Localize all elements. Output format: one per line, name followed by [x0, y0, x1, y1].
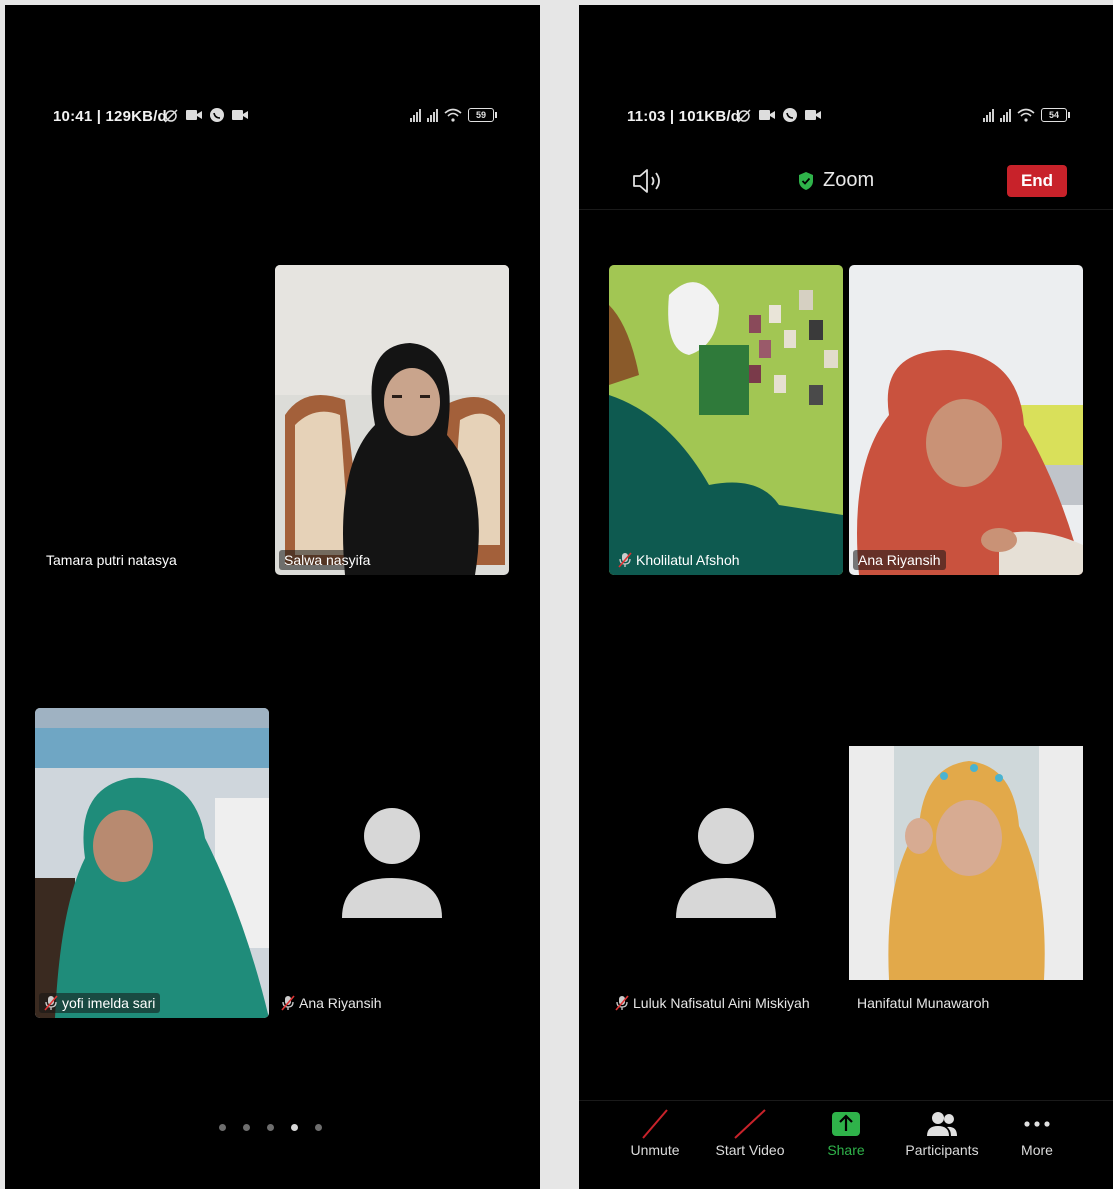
- participant-name: Ana Riyansih: [281, 995, 382, 1011]
- whatsapp-icon: [210, 108, 224, 122]
- avatar-icon: [342, 808, 442, 918]
- status-time: 11:03 | 101KB/d: [627, 108, 741, 125]
- participant-name: yofi imelda sari: [39, 993, 161, 1013]
- signal-icon: [427, 108, 438, 122]
- video-camera-icon: [186, 110, 202, 120]
- status-bar: 10:41 | 129KB/d 59: [5, 105, 540, 129]
- phone-screen-right: 11:03 | 101KB/d 54 Zoom End Kholilatul A…: [579, 5, 1113, 1189]
- signal-icon: [1000, 108, 1011, 122]
- end-meeting-button[interactable]: End: [1007, 165, 1067, 197]
- share-icon: [832, 1112, 860, 1136]
- participant-tile[interactable]: Ana Riyansih: [275, 708, 509, 1018]
- participant-tile[interactable]: Salwa nasyifa: [275, 265, 509, 575]
- mic-off-icon: [44, 995, 58, 1011]
- phone-screen-left: 10:41 | 129KB/d 59 Tamara putri natasya: [5, 5, 540, 1189]
- status-time: 10:41 | 129KB/d: [53, 108, 167, 125]
- start-video-button[interactable]: Start Video: [702, 1109, 798, 1158]
- participant-name: Tamara putri natasya: [46, 552, 177, 568]
- signal-icon: [410, 108, 421, 122]
- page-dot[interactable]: [267, 1124, 274, 1131]
- participant-video: [35, 708, 269, 1018]
- page-dot-active[interactable]: [291, 1124, 298, 1131]
- avatar-icon: [676, 808, 776, 918]
- participant-video: [849, 265, 1083, 575]
- video-off-icon: [734, 1109, 766, 1139]
- participant-tile[interactable]: yofi imelda sari: [35, 708, 269, 1018]
- status-bar: 11:03 | 101KB/d 54: [579, 105, 1113, 129]
- participant-tile[interactable]: Luluk Nafisatul Aini Miskiyah: [609, 708, 843, 1018]
- signal-icon: [983, 108, 994, 122]
- participant-tile[interactable]: Tamara putri natasya: [35, 265, 269, 575]
- battery-icon: 59: [468, 108, 497, 122]
- whatsapp-icon: [783, 108, 797, 122]
- more-icon: [1024, 1121, 1050, 1127]
- participant-tile[interactable]: Hanifatul Munawaroh: [849, 708, 1083, 1018]
- mic-off-icon: [618, 552, 632, 568]
- page-dot[interactable]: [243, 1124, 250, 1131]
- video-camera-icon: [759, 110, 775, 120]
- participant-tile[interactable]: Ana Riyansih: [849, 265, 1083, 575]
- participant-video: [849, 746, 1083, 980]
- page-dot[interactable]: [315, 1124, 322, 1131]
- page-indicator[interactable]: [219, 1124, 322, 1131]
- meeting-title[interactable]: Zoom: [797, 169, 874, 192]
- participant-video: [275, 265, 509, 575]
- wifi-icon: [1017, 108, 1035, 122]
- participants-icon: [927, 1112, 957, 1136]
- mic-off-icon: [642, 1109, 668, 1139]
- participant-name: Ana Riyansih: [853, 550, 946, 570]
- meeting-toolbar: Unmute Start Video Share Participants Mo…: [579, 1100, 1113, 1189]
- mic-off-icon: [615, 995, 629, 1011]
- meeting-header: Zoom End: [579, 163, 1113, 210]
- video-camera-icon: [805, 110, 821, 120]
- page-dot[interactable]: [219, 1124, 226, 1131]
- participant-name: Kholilatul Afshoh: [613, 550, 745, 570]
- alarm-off-icon: [164, 109, 178, 123]
- participant-video: [609, 265, 843, 575]
- battery-icon: 54: [1041, 108, 1070, 122]
- alarm-off-icon: [737, 109, 751, 123]
- participant-tile[interactable]: Kholilatul Afshoh: [609, 265, 843, 575]
- participant-name: Salwa nasyifa: [279, 550, 376, 570]
- more-button[interactable]: More: [989, 1109, 1085, 1158]
- unmute-button[interactable]: Unmute: [607, 1109, 703, 1158]
- mic-off-icon: [281, 995, 295, 1011]
- shield-check-icon: [799, 171, 813, 190]
- participant-name: Hanifatul Munawaroh: [857, 995, 990, 1011]
- video-camera-icon: [232, 110, 248, 120]
- wifi-icon: [444, 108, 462, 122]
- participant-name: Luluk Nafisatul Aini Miskiyah: [615, 995, 810, 1011]
- speaker-icon[interactable]: [631, 167, 665, 195]
- participants-button[interactable]: Participants: [894, 1109, 990, 1158]
- share-button[interactable]: Share: [798, 1109, 894, 1158]
